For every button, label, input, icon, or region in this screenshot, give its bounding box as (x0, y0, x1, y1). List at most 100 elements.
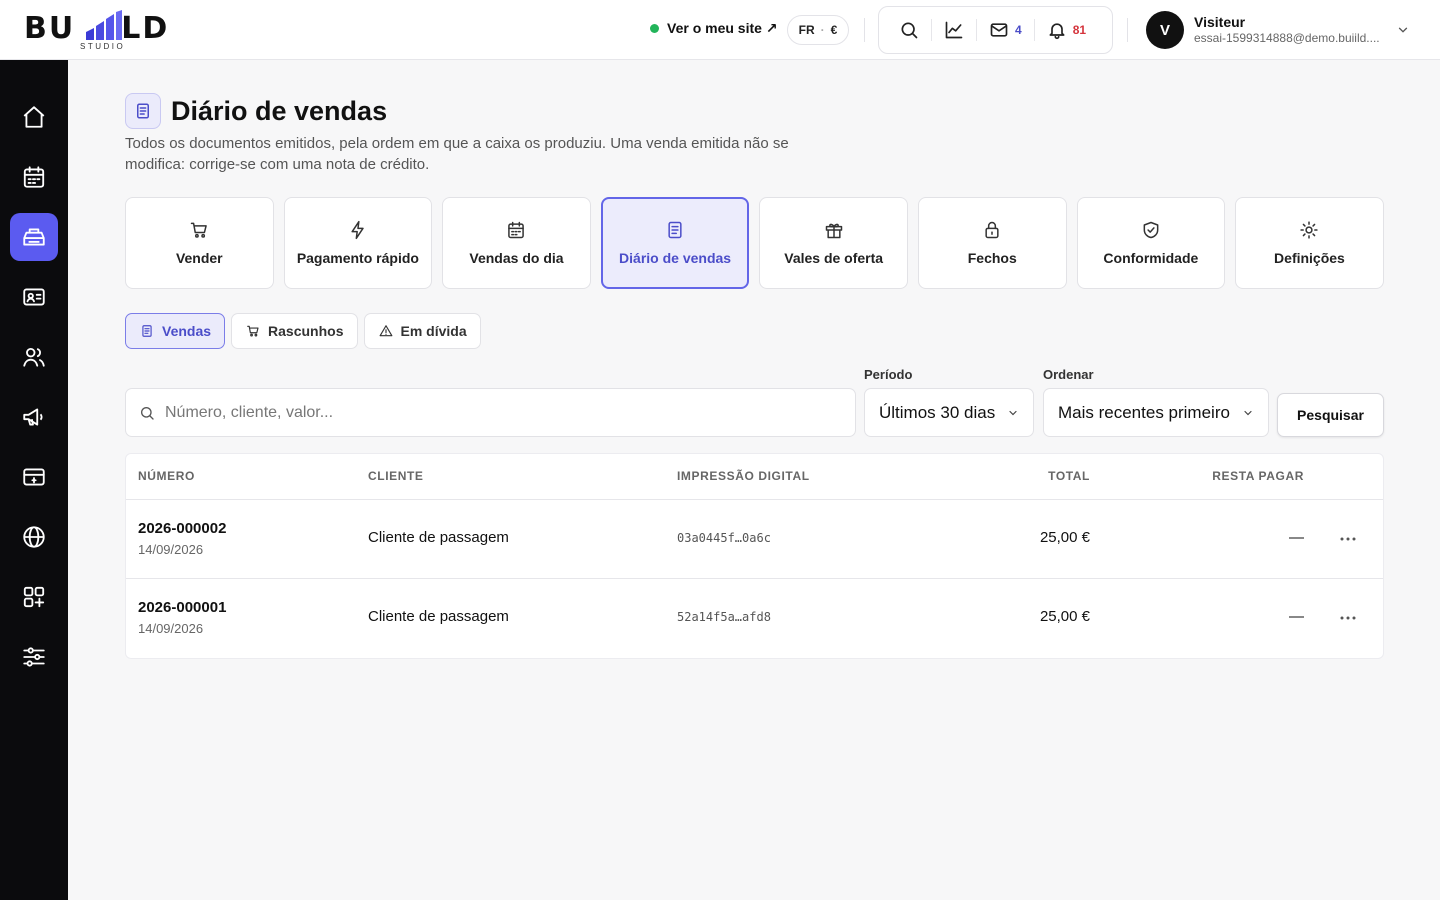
column-header-fingerprint[interactable]: IMPRESSÃO DIGITAL (677, 469, 810, 483)
mail-count-badge: 4 (1015, 23, 1022, 37)
card-sell[interactable]: Vender (125, 197, 274, 289)
table-row[interactable]: 2026-000002 14/09/2026 Cliente de passag… (126, 500, 1383, 579)
language-code: FR (798, 23, 815, 37)
divider (864, 18, 865, 42)
chevron-down-icon (1244, 410, 1252, 415)
user-menu[interactable]: V Visiteur essai-1599314888@demo.buiild.… (1146, 10, 1416, 50)
notifications-button[interactable]: 81 (1039, 16, 1094, 44)
sale-fingerprint: 03a0445f…0a6c (677, 531, 771, 545)
search-icon (141, 406, 154, 420)
sale-client: Cliente de passagem (368, 529, 509, 546)
card-label: Pagamento rápido (296, 250, 419, 266)
tab-label: Rascunhos (268, 323, 344, 339)
chevron-down-icon (1398, 27, 1408, 33)
mail-icon (990, 23, 1008, 37)
sidebar-item-settings[interactable] (10, 633, 58, 681)
chevron-down-icon (1009, 410, 1017, 415)
bolt-icon (351, 220, 364, 240)
tab-drafts[interactable]: Rascunhos (231, 313, 358, 349)
warning-icon (379, 325, 392, 337)
contact-card-icon (23, 288, 45, 306)
separator-dot: · (820, 23, 825, 37)
messages-button[interactable]: 4 (981, 16, 1030, 44)
table-row[interactable]: 2026-000001 14/09/2026 Cliente de passag… (126, 579, 1383, 658)
divider (1033, 19, 1035, 41)
column-header-number[interactable]: NÚMERO (138, 469, 195, 483)
logo-bars-icon (86, 10, 122, 40)
status-dot (650, 24, 659, 33)
document-icon (668, 221, 682, 239)
search-icon (901, 22, 918, 39)
card-daily-sales[interactable]: Vendas do dia (442, 197, 591, 289)
megaphone-icon (23, 408, 43, 426)
view-site-link[interactable]: Ver o meu site ↗ (650, 20, 778, 37)
document-icon (142, 325, 152, 337)
globe-icon (23, 526, 45, 548)
period-label: Período (864, 367, 913, 382)
tab-label: Vendas (162, 323, 212, 339)
notification-count-badge: 81 (1072, 23, 1087, 37)
sidebar-item-marketing[interactable] (10, 393, 58, 441)
sliders-icon (23, 647, 45, 667)
user-name: Visiteur (1194, 14, 1246, 30)
sidebar-item-contacts[interactable] (10, 273, 58, 321)
page-title: Diário de vendas (171, 96, 388, 126)
sidebar-item-apps[interactable] (10, 573, 58, 621)
search-box (125, 388, 856, 437)
column-header-due[interactable]: RESTA PAGAR (1212, 469, 1304, 483)
cart-icon (191, 222, 208, 238)
search-input[interactable] (165, 403, 825, 422)
sidebar-item-register[interactable] (10, 213, 58, 261)
gift-icon (825, 223, 842, 239)
stats-button[interactable] (936, 16, 972, 44)
tab-sales[interactable]: Vendas (125, 313, 226, 349)
card-gift-vouchers[interactable]: Vales de oferta (759, 197, 908, 289)
sale-fingerprint: 52a14f5a…afd8 (677, 610, 771, 624)
order-label: Ordenar (1043, 367, 1094, 382)
sidebar-item-website[interactable] (10, 513, 58, 561)
chart-line-icon (945, 21, 963, 39)
sale-total: 25,00 € (1039, 529, 1090, 546)
view-site-label: Ver o meu site ↗ (667, 20, 778, 36)
column-header-total[interactable]: TOTAL (1048, 469, 1090, 483)
card-settings[interactable]: Definições (1235, 197, 1384, 289)
card-compliance[interactable]: Conformidade (1076, 197, 1226, 289)
sidebar-item-users[interactable] (10, 333, 58, 381)
search-button[interactable] (891, 16, 927, 44)
sidebar-item-home[interactable] (10, 93, 58, 141)
lock-icon (985, 221, 999, 239)
register-icon (23, 228, 45, 246)
home-icon (23, 106, 45, 128)
order-select[interactable]: Mais recentes primeiro (1043, 388, 1269, 437)
card-quick-payment[interactable]: Pagamento rápido (283, 197, 433, 289)
language-currency-selector[interactable]: FR · € (787, 15, 849, 45)
row-actions-button[interactable] (1335, 526, 1361, 552)
user-info: Visiteur essai-1599314888@demo.buiild...… (1194, 14, 1390, 46)
currency-symbol: € (830, 23, 838, 37)
logo-subtitle: STUDIO (80, 42, 126, 51)
divider (931, 19, 932, 41)
page-title-icon (125, 93, 161, 129)
card-label: Diário de vendas (619, 250, 732, 266)
cart-icon (247, 325, 259, 337)
row-actions-button[interactable] (1335, 605, 1361, 631)
sales-table: NÚMERO CLIENTE IMPRESSÃO DIGITAL TOTAL R… (125, 453, 1384, 659)
sidebar-item-payments[interactable] (10, 453, 58, 501)
card-closings[interactable]: Fechos (917, 197, 1067, 289)
payment-card-icon (23, 468, 45, 486)
column-header-client[interactable]: CLIENTE (368, 469, 424, 483)
toolbar: 4 81 (878, 6, 1113, 54)
avatar: V (1146, 11, 1184, 49)
tab-outstanding[interactable]: Em dívida (363, 313, 481, 349)
sale-total: 25,00 € (1039, 608, 1090, 625)
divider (1127, 18, 1128, 42)
period-select[interactable]: Últimos 30 dias (864, 388, 1034, 437)
logo[interactable]: BU LD STUDIO (24, 8, 184, 52)
card-label: Vales de oferta (784, 250, 884, 266)
period-value: Últimos 30 dias (879, 402, 996, 422)
top-bar: BU LD STUDIO Ver o meu site ↗ FR · € 4 8… (0, 0, 1440, 60)
sub-tabs: Vendas Rascunhos Em dívida (125, 313, 481, 349)
card-sales-journal[interactable]: Diário de vendas (600, 197, 750, 289)
search-submit-button[interactable]: Pesquisar (1277, 393, 1384, 437)
sidebar-item-calendar[interactable] (10, 153, 58, 201)
